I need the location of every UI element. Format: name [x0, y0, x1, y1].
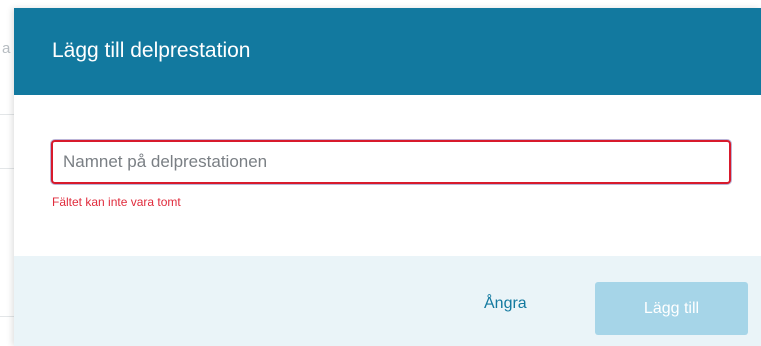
background-divider	[0, 316, 14, 317]
validation-error: Fältet kan inte vara tomt	[52, 195, 181, 209]
dialog-header: Lägg till delprestation	[14, 8, 761, 95]
dialog-footer: Ångra Lägg till	[14, 256, 761, 346]
dialog-body: Fältet kan inte vara tomt	[14, 95, 761, 256]
add-button[interactable]: Lägg till	[595, 282, 748, 335]
background-text: a	[2, 40, 11, 57]
add-subperformance-dialog: Lägg till delprestation Fältet kan inte …	[14, 8, 761, 346]
dialog-title: Lägg till delprestation	[52, 38, 251, 62]
background-divider	[0, 114, 14, 115]
cancel-button[interactable]: Ångra	[484, 295, 527, 313]
subperformance-name-input[interactable]	[51, 140, 731, 184]
background-divider	[0, 168, 14, 169]
